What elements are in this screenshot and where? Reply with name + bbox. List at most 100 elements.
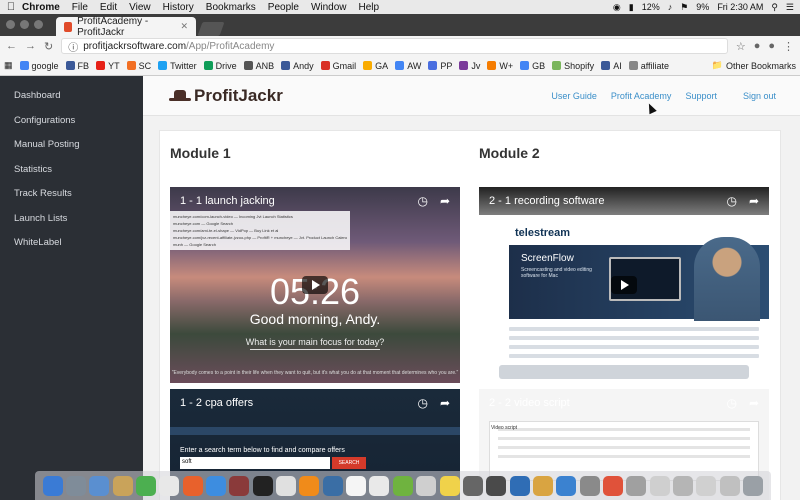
stickies-icon[interactable] bbox=[439, 475, 460, 496]
share-icon[interactable]: ➦ bbox=[440, 194, 450, 208]
play-icon[interactable] bbox=[611, 276, 637, 294]
screenflow-icon[interactable] bbox=[626, 475, 647, 496]
nav-user-guide[interactable]: User Guide bbox=[551, 91, 597, 101]
evernote-icon[interactable] bbox=[392, 475, 413, 496]
sidebar-item-dashboard[interactable]: Dashboard bbox=[0, 84, 143, 109]
bookmark-wplus[interactable]: W+ bbox=[487, 61, 513, 71]
trash-icon[interactable] bbox=[742, 475, 763, 496]
bookmark-sc[interactable]: SC bbox=[126, 61, 151, 71]
calendar-icon[interactable] bbox=[346, 475, 367, 496]
video-title[interactable]: 1 - 2 cpa offers bbox=[180, 397, 253, 409]
flag-icon[interactable]: ⚑ bbox=[680, 2, 688, 13]
nav-sign-out[interactable]: Sign out bbox=[743, 91, 776, 101]
finder-icon[interactable] bbox=[42, 475, 63, 496]
bookmark-google[interactable]: google bbox=[19, 61, 59, 71]
ibooks-icon[interactable] bbox=[532, 475, 553, 496]
wifi-icon[interactable]: ◉ bbox=[613, 2, 621, 13]
system-preferences-icon[interactable] bbox=[579, 475, 600, 496]
minimize-window-icon[interactable] bbox=[20, 20, 29, 29]
sidebar-item-track-results[interactable]: Track Results bbox=[0, 182, 143, 207]
bookmark-ai[interactable]: AI bbox=[601, 61, 622, 71]
watch-later-icon[interactable]: ◷ bbox=[726, 194, 736, 208]
search-icon[interactable]: ⚲ bbox=[771, 2, 778, 13]
menu-people[interactable]: People bbox=[268, 2, 299, 13]
photo-booth-icon[interactable] bbox=[229, 475, 250, 496]
profile-icon[interactable]: ● bbox=[768, 40, 775, 53]
facetime-icon[interactable] bbox=[136, 475, 157, 496]
nav-support[interactable]: Support bbox=[685, 91, 717, 101]
notes-icon[interactable] bbox=[369, 475, 390, 496]
battery-icon[interactable]: ▮ bbox=[629, 2, 634, 13]
profitjackr-logo[interactable]: ProfitJackr bbox=[169, 86, 283, 106]
bookmark-shopify[interactable]: Shopify bbox=[552, 61, 594, 71]
menu-bookmarks[interactable]: Bookmarks bbox=[206, 2, 256, 13]
reload-icon[interactable]: ↻ bbox=[44, 40, 53, 53]
volume-icon[interactable]: ♪ bbox=[668, 2, 673, 12]
tab-profitacademy[interactable]: ProfitAcademy - ProfitJackr ✕ bbox=[56, 16, 196, 38]
nav-profit-academy[interactable]: Profit Academy bbox=[611, 91, 672, 101]
bookmark-gb[interactable]: GB bbox=[520, 61, 545, 71]
image-icon[interactable] bbox=[672, 475, 693, 496]
textedit-icon[interactable] bbox=[416, 475, 437, 496]
new-tab-button[interactable] bbox=[197, 22, 225, 36]
menu-file[interactable]: File bbox=[72, 2, 88, 13]
kebab-menu-icon[interactable]: ⋮ bbox=[783, 40, 794, 53]
video-title[interactable]: 1 - 1 launch jacking bbox=[180, 195, 275, 207]
safari-icon[interactable] bbox=[206, 475, 227, 496]
video-launch-jacking[interactable]: muncheye.com/com-launch-video — Incoming… bbox=[170, 187, 460, 383]
menu-window[interactable]: Window bbox=[311, 2, 347, 13]
launchpad-icon[interactable] bbox=[66, 475, 87, 496]
sidebar-item-launch-lists[interactable]: Launch Lists bbox=[0, 207, 143, 232]
extension-icon[interactable]: ● bbox=[754, 40, 761, 53]
watch-later-icon[interactable]: ◷ bbox=[417, 194, 427, 208]
photos-app-icon[interactable] bbox=[602, 475, 623, 496]
other-bookmarks[interactable]: 📁 Other Bookmarks bbox=[712, 60, 796, 71]
clock[interactable]: Fri 2:30 AM bbox=[717, 2, 763, 12]
photos-icon[interactable] bbox=[252, 475, 273, 496]
close-tab-icon[interactable]: ✕ bbox=[180, 21, 188, 32]
info-icon[interactable]: ⓘ bbox=[68, 39, 78, 54]
video-title[interactable]: 2 - 2 video script bbox=[489, 397, 570, 409]
address-bar[interactable]: ⓘ profitjackrsoftware.com/App/ProfitAcad… bbox=[61, 38, 728, 54]
menu-history[interactable]: History bbox=[163, 2, 194, 13]
list-icon[interactable]: ☰ bbox=[786, 2, 794, 13]
chrome-icon[interactable] bbox=[159, 475, 180, 496]
folder-icon[interactable] bbox=[696, 475, 717, 496]
document-icon[interactable] bbox=[649, 475, 670, 496]
watch-later-icon[interactable]: ◷ bbox=[417, 396, 427, 410]
watch-later-icon[interactable]: ◷ bbox=[726, 396, 736, 410]
firefox-icon[interactable] bbox=[182, 475, 203, 496]
sidebar-item-configurations[interactable]: Configurations bbox=[0, 109, 143, 134]
forward-icon[interactable]: → bbox=[25, 40, 36, 52]
sidebar-item-statistics[interactable]: Statistics bbox=[0, 158, 143, 183]
itunes-icon[interactable] bbox=[276, 475, 297, 496]
bookmark-ga[interactable]: GA bbox=[363, 61, 388, 71]
sidebar-item-whitelabel[interactable]: WhiteLabel bbox=[0, 231, 143, 256]
bookmark-drive[interactable]: Drive bbox=[203, 61, 237, 71]
terminal-icon[interactable] bbox=[462, 475, 483, 496]
bookmark-jv[interactable]: Jv bbox=[459, 61, 480, 71]
close-window-icon[interactable] bbox=[6, 20, 15, 29]
video-recording-software[interactable]: telestream ScreenFlow Screencasting and … bbox=[479, 187, 769, 383]
app-icon[interactable] bbox=[322, 475, 343, 496]
bookmark-affiliate[interactable]: affiliate bbox=[628, 61, 669, 71]
bookmark-andy[interactable]: Andy bbox=[281, 61, 314, 71]
play-icon[interactable] bbox=[302, 276, 328, 294]
share-icon[interactable]: ➦ bbox=[749, 396, 759, 410]
bookmark-pp[interactable]: PP bbox=[428, 61, 452, 71]
menu-view[interactable]: View bbox=[129, 2, 151, 13]
keynote-icon[interactable] bbox=[486, 475, 507, 496]
back-icon[interactable]: ← bbox=[6, 40, 17, 52]
xcode-icon[interactable] bbox=[509, 475, 530, 496]
vlc-icon[interactable] bbox=[299, 475, 320, 496]
zoom-window-icon[interactable] bbox=[34, 20, 43, 29]
bookmark-fb[interactable]: FB bbox=[65, 61, 89, 71]
menu-app-name[interactable]: Chrome bbox=[22, 2, 60, 13]
menu-help[interactable]: Help bbox=[359, 2, 380, 13]
bookmark-anb[interactable]: ANB bbox=[243, 61, 274, 71]
video-title[interactable]: 2 - 1 recording software bbox=[489, 195, 605, 207]
bookmarks-apps-icon[interactable]: ▦ bbox=[4, 60, 13, 71]
preview-icon[interactable] bbox=[89, 475, 110, 496]
contacts-icon[interactable] bbox=[112, 475, 133, 496]
apple-icon[interactable]:  bbox=[0, 1, 22, 13]
